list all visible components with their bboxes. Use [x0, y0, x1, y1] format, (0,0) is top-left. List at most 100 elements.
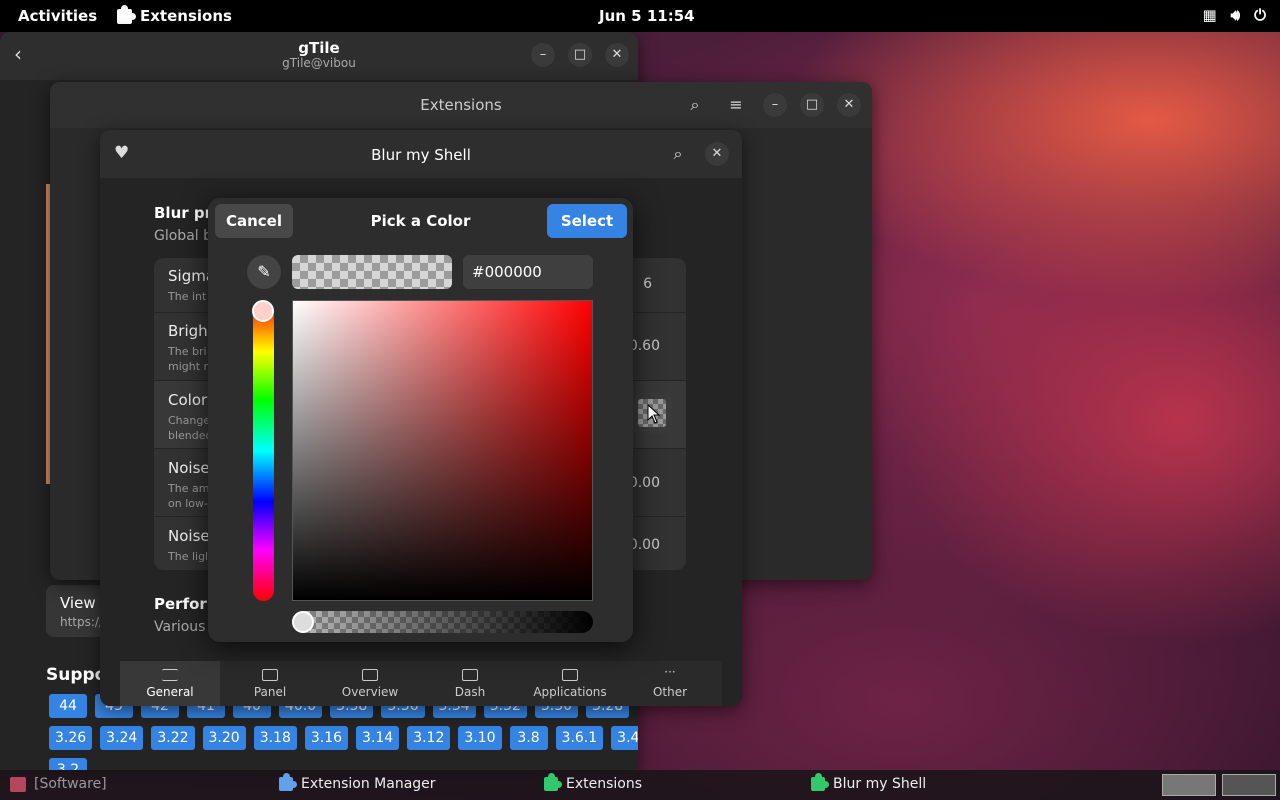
- hex-input[interactable]: [463, 255, 593, 289]
- tab-label: Panel: [253, 685, 287, 699]
- saturation-value-plane[interactable]: [292, 300, 593, 601]
- system-tray[interactable]: ▦ 🔊︎ ⏻: [1202, 6, 1266, 24]
- hamburger-menu-icon[interactable]: ≡: [724, 93, 748, 117]
- bottom-nav: General Panel Overview Dash Applications…: [120, 661, 722, 706]
- pref-desc: Change blended: [168, 414, 213, 442]
- pref-desc: The am on low-: [168, 482, 210, 510]
- performance-subtitle: Various: [154, 619, 206, 635]
- app-menu-label: Extensions: [140, 7, 232, 25]
- power-icon[interactable]: ⏻: [1254, 6, 1266, 24]
- volume-icon[interactable]: 🔊︎: [1231, 6, 1240, 24]
- pref-title: Noise: [168, 459, 210, 477]
- hue-slider[interactable]: [253, 301, 274, 601]
- version-badge: 3.26: [49, 726, 93, 750]
- puzzle-icon: [117, 4, 136, 24]
- puzzle-icon: [544, 773, 562, 791]
- maximize-button[interactable]: □: [568, 43, 592, 67]
- version-badge: 3.10: [458, 726, 502, 750]
- tab-label: General: [146, 685, 194, 699]
- version-badge: 3.14: [356, 726, 400, 750]
- gtile-header: ‹ gTile gTile@vibou – □ ✕: [0, 32, 638, 80]
- taskbar-label: Extensions: [566, 776, 643, 792]
- tab-overview[interactable]: Overview: [320, 661, 420, 706]
- taskbar-label: [Software]: [34, 776, 107, 792]
- tab-label: Dash: [454, 685, 486, 699]
- version-badge: 44: [49, 694, 87, 718]
- pref-desc: The bri might r: [168, 345, 209, 373]
- pref-desc: The int: [168, 290, 207, 303]
- search-icon[interactable]: ⌕: [683, 93, 707, 117]
- alpha-slider-handle[interactable]: [292, 611, 314, 633]
- extensions-header: Extensions ⌕ ≡ – □ ✕: [50, 82, 872, 128]
- app-menu[interactable]: Extensions: [117, 4, 232, 25]
- version-badge: 3.22: [151, 726, 195, 750]
- version-badge: 3.4.1: [611, 726, 638, 750]
- pref-value[interactable]: 0.60: [629, 338, 660, 354]
- pref-desc: The ligl: [168, 550, 209, 563]
- overview-icon: [362, 669, 378, 681]
- software-bag-icon: [10, 776, 26, 792]
- version-badge: 3.12: [407, 726, 451, 750]
- pref-title: Bright: [168, 322, 214, 340]
- version-badge: 3.16: [304, 726, 349, 750]
- version-badge: 3.24: [100, 726, 144, 750]
- blur-header: ♥ Blur my Shell ⌕ ✕: [100, 130, 742, 178]
- minimize-button[interactable]: –: [763, 93, 787, 117]
- puzzle-icon: [279, 773, 297, 791]
- pref-title: Noise: [168, 527, 210, 545]
- tab-applications[interactable]: Applications: [520, 661, 620, 706]
- tab-panel[interactable]: Panel: [220, 661, 320, 706]
- ellipsis-icon: ···: [664, 665, 676, 679]
- layout-icon[interactable]: ▦: [1202, 6, 1216, 24]
- workspace-1[interactable]: [1162, 774, 1216, 796]
- taskbar-item-software[interactable]: [Software]: [10, 776, 107, 792]
- mouse-cursor-icon: [647, 403, 661, 428]
- versions-row-3: 3.2: [49, 758, 87, 770]
- version-badge: 3.6.1: [555, 726, 604, 750]
- workspace-2[interactable]: [1222, 774, 1276, 796]
- pref-value[interactable]: 0.00: [629, 537, 660, 553]
- version-badge: 3.20: [202, 726, 246, 750]
- tab-general[interactable]: General: [120, 661, 220, 706]
- taskbar-item-extensions[interactable]: Extensions: [544, 773, 643, 792]
- taskbar-label: Blur my Shell: [833, 776, 927, 792]
- tab-label: Overview: [341, 685, 399, 699]
- top-bar: Activities Extensions Jun 5 11:54 ▦ 🔊︎ ⏻: [0, 0, 1280, 32]
- sliders-icon: [162, 669, 178, 681]
- clock[interactable]: Jun 5 11:54: [599, 7, 695, 25]
- color-preview: [292, 255, 452, 289]
- activities-button[interactable]: Activities: [18, 7, 97, 25]
- maximize-button[interactable]: □: [800, 93, 824, 117]
- blur-title: Blur my Shell: [371, 146, 471, 164]
- tab-label: Other: [652, 685, 688, 699]
- puzzle-icon: [811, 773, 829, 791]
- select-button[interactable]: Select: [547, 204, 627, 238]
- close-button[interactable]: ✕: [605, 43, 629, 67]
- eyedropper-icon[interactable]: ✎: [247, 255, 281, 289]
- pref-value[interactable]: 0.00: [629, 475, 660, 491]
- taskbar-item-blur-my-shell[interactable]: Blur my Shell: [811, 773, 927, 792]
- tab-label: Applications: [533, 685, 607, 699]
- version-badge: 3.8: [509, 726, 548, 750]
- color-picker-dialog: Cancel Pick a Color Select ✎: [208, 198, 633, 642]
- panel-icon: [262, 669, 278, 681]
- pref-title: Color: [168, 391, 208, 409]
- close-button[interactable]: ✕: [705, 142, 729, 166]
- dash-icon: [462, 669, 478, 681]
- hue-slider-handle[interactable]: [252, 300, 274, 322]
- extensions-title: Extensions: [420, 96, 502, 114]
- taskbar-item-extension-manager[interactable]: Extension Manager: [279, 773, 436, 792]
- close-button[interactable]: ✕: [837, 93, 861, 117]
- versions-row-2: 3.26 3.24 3.22 3.20 3.18 3.16 3.14 3.12 3.10 3.8 3…: [49, 726, 638, 750]
- search-icon[interactable]: ⌕: [666, 142, 690, 166]
- tab-dash[interactable]: Dash: [420, 661, 520, 706]
- section-subtitle: Global b: [154, 228, 212, 244]
- tab-other[interactable]: ··· Other: [620, 661, 720, 706]
- pref-value[interactable]: 6: [643, 276, 652, 292]
- version-badge: 3.2: [49, 758, 87, 770]
- taskbar-label: Extension Manager: [301, 776, 436, 792]
- taskbar: [Software] Extension Manager Extensions …: [0, 770, 1280, 800]
- minimize-button[interactable]: –: [531, 43, 555, 67]
- applications-icon: [562, 669, 578, 681]
- alpha-slider[interactable]: [292, 611, 593, 633]
